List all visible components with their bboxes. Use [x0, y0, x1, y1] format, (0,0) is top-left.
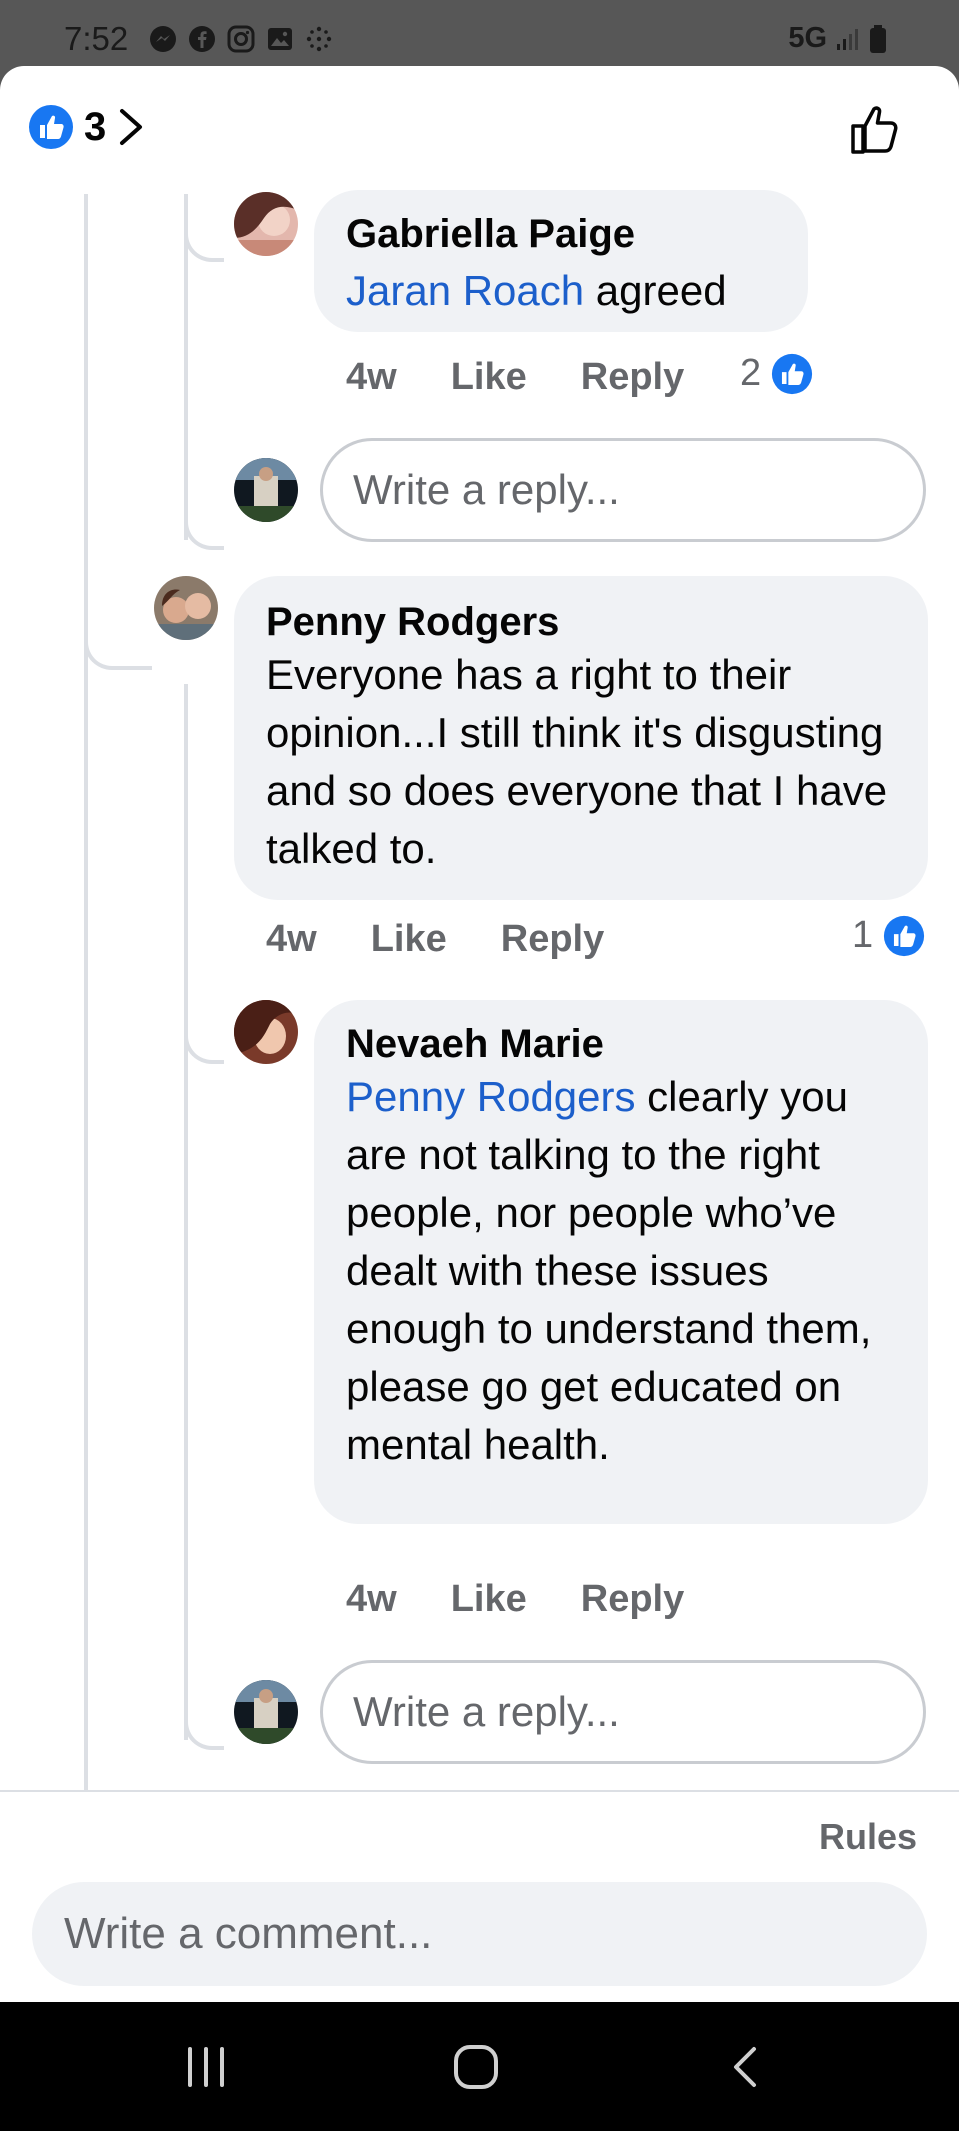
comment-author[interactable]: Nevaeh Marie [346, 1022, 896, 1066]
reaction-summary[interactable]: 3 [28, 104, 146, 150]
system-nav-bar [0, 2002, 959, 2131]
like-reaction-icon [29, 105, 73, 149]
dots-icon [306, 26, 332, 52]
comment-actions: 4w Like Reply [266, 918, 604, 961]
back-button[interactable] [666, 2002, 826, 2131]
back-icon [734, 2046, 756, 2087]
instagram-icon [227, 25, 255, 53]
current-user-avatar [234, 458, 298, 522]
comment-body: agreed [584, 267, 727, 314]
comment-time: 4w [346, 1578, 397, 1620]
avatar[interactable] [234, 1000, 298, 1064]
thread-connector [184, 1030, 224, 1064]
like-button[interactable]: Like [371, 918, 447, 961]
status-time: 7:52 [64, 20, 129, 57]
reply-input[interactable]: Write a reply... [320, 438, 926, 542]
recent-apps-button[interactable] [126, 2002, 286, 2131]
messenger-icon [150, 26, 176, 52]
recent-apps-icon [188, 2046, 224, 2087]
facebook-icon [189, 26, 215, 52]
chevron-right-icon [120, 109, 143, 145]
reply-button[interactable]: Reply [581, 356, 684, 399]
like-reaction-icon [884, 915, 925, 956]
avatar[interactable] [154, 576, 218, 640]
current-user-avatar [234, 1680, 298, 1744]
avatar[interactable] [234, 192, 298, 256]
comment-time: 4w [266, 918, 317, 960]
gallery-icon [268, 28, 292, 50]
thread-connector [184, 1716, 224, 1750]
notification-icons [148, 24, 334, 54]
network-label: 5G [788, 22, 827, 54]
comment-time: 4w [346, 356, 397, 398]
reply-button[interactable]: Reply [501, 918, 604, 961]
reply-placeholder: Write a reply... [353, 466, 620, 513]
mention-link[interactable]: Jaran Roach [346, 267, 584, 314]
comment-body: Everyone has a right to their opinion...… [266, 651, 888, 872]
mention-link[interactable]: Penny Rodgers [346, 1073, 636, 1120]
reply-placeholder: Write a reply... [353, 1688, 620, 1735]
thread-connector [84, 636, 152, 670]
battery-icon [870, 24, 886, 53]
thread-connector [184, 228, 224, 262]
divider [0, 1790, 959, 1792]
reaction-count: 3 [84, 104, 107, 149]
home-button[interactable] [396, 2002, 556, 2131]
reply-button[interactable]: Reply [581, 1578, 684, 1621]
comment-input[interactable]: Write a comment... [32, 1882, 927, 1986]
comment-actions: 4w Like Reply [346, 356, 684, 399]
comment-author[interactable]: Penny Rodgers [266, 600, 896, 644]
comments-sheet: 3 Gabriella Paige Jaran Roach agreed 4w … [0, 66, 959, 2002]
signal-icon [837, 28, 858, 50]
comment-author[interactable]: Gabriella Paige [346, 212, 776, 256]
reaction-count: 2 [740, 352, 762, 394]
comment-bubble[interactable]: Gabriella Paige Jaran Roach agreed [314, 190, 808, 332]
thumbs-up-outline-icon[interactable] [847, 102, 903, 158]
thread-line [184, 256, 188, 540]
like-button[interactable]: Like [451, 356, 527, 399]
comment-bubble[interactable]: Nevaeh Marie Penny Rodgers clearly you a… [314, 1000, 928, 1524]
comment-text: Penny Rodgers clearly you are not talkin… [346, 1068, 896, 1474]
comment-reactions[interactable]: 2 [740, 352, 813, 395]
thread-line [84, 194, 88, 1790]
home-icon [454, 2044, 498, 2089]
comment-text: Everyone has a right to their opinion...… [266, 646, 896, 878]
comment-actions: 4w Like Reply [346, 1578, 684, 1621]
comment-text: Jaran Roach agreed [346, 262, 776, 320]
comment-body: clearly you are not talking to the right… [346, 1073, 872, 1468]
reply-input[interactable]: Write a reply... [320, 1660, 926, 1764]
rules-link[interactable]: Rules [819, 1816, 917, 1858]
thread-line [184, 684, 188, 1740]
comment-bubble[interactable]: Penny Rodgers Everyone has a right to th… [234, 576, 928, 900]
status-right: 5G [788, 22, 887, 55]
comment-placeholder: Write a comment... [64, 1909, 433, 1958]
reaction-count: 1 [852, 914, 874, 956]
comment-reactions[interactable]: 1 [852, 914, 925, 957]
like-reaction-icon [772, 353, 813, 394]
like-button[interactable]: Like [451, 1578, 527, 1621]
reaction-header: 3 [0, 66, 959, 194]
thread-connector [184, 516, 224, 550]
